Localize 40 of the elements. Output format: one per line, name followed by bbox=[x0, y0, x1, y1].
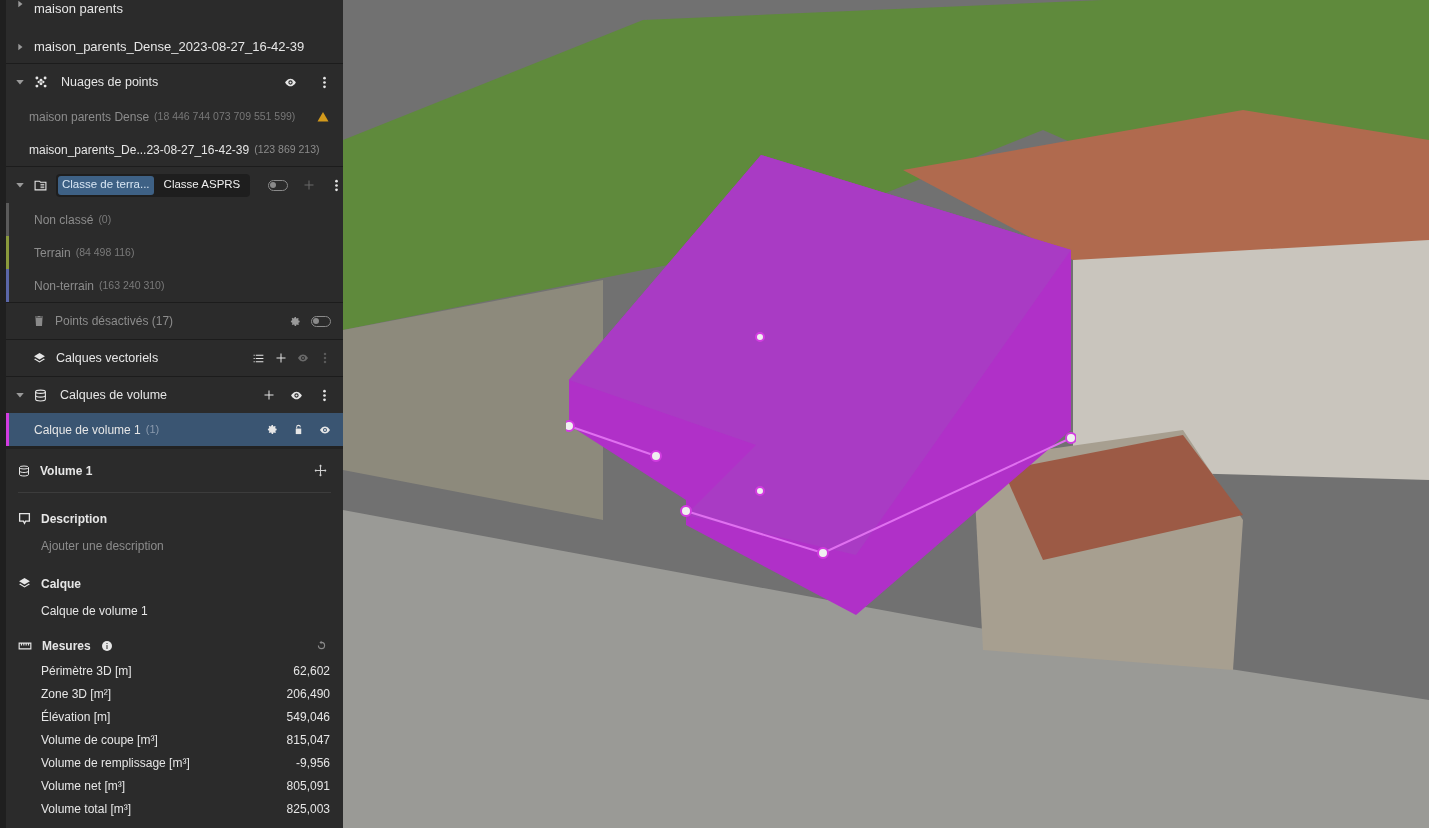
section-title: Points désactivés (17) bbox=[55, 313, 175, 330]
measure-value: 206,490 bbox=[286, 685, 330, 703]
measure-value: 815,047 bbox=[286, 731, 330, 749]
point-count: (123 869 213) bbox=[254, 141, 321, 157]
feature-count: (1) bbox=[145, 422, 161, 438]
class-name[interactable]: Non classé bbox=[34, 210, 94, 229]
measure-label: Volume de coupe [m³] bbox=[41, 731, 158, 749]
point-count: (163 240 310) bbox=[99, 277, 165, 293]
measure-value: -9,956 bbox=[295, 754, 330, 772]
classification-tab[interactable]: Classe ASPRS bbox=[155, 175, 249, 195]
measure-value: 825,003 bbox=[286, 800, 330, 818]
measure-label: Périmètre 3D [m] bbox=[41, 662, 132, 680]
measure-label: Volume net [m³] bbox=[41, 777, 126, 795]
measure-value: 549,046 bbox=[286, 708, 330, 726]
section-heading: Mesures bbox=[42, 637, 91, 655]
tree-item-label[interactable]: maison parents bbox=[34, 0, 123, 19]
point-count: (18 446 744 073 709 551 599) bbox=[154, 108, 297, 124]
class-name[interactable]: Non-terrain bbox=[34, 276, 95, 295]
section-title: Calques vectoriels bbox=[56, 349, 160, 367]
measure-label: Élévation [m] bbox=[41, 708, 111, 726]
section-heading: Calque bbox=[41, 575, 81, 593]
classification-tab[interactable]: Classe de terra... bbox=[58, 175, 154, 195]
section-title: Nuages de points bbox=[61, 73, 160, 91]
measure-label: Zone 3D [m²] bbox=[41, 685, 112, 703]
section-heading: Description bbox=[41, 510, 107, 528]
layer-value: Calque de volume 1 bbox=[41, 602, 148, 620]
measure-value: 805,091 bbox=[286, 777, 330, 795]
panel-title: Volume 1 bbox=[40, 462, 94, 480]
tree-item-label[interactable]: maison_parents_Dense_2023-08-27_16-42-39 bbox=[34, 37, 305, 57]
point-count: (0) bbox=[98, 211, 112, 227]
section-title: Calques de volume bbox=[60, 386, 168, 404]
measure-value: 62,602 bbox=[293, 662, 330, 680]
class-name[interactable]: Terrain bbox=[34, 243, 71, 262]
volume-layer-item[interactable]: Calque de volume 1 (1) bbox=[6, 413, 343, 446]
measure-label: Volume total [m³] bbox=[41, 800, 132, 818]
layer-name: Calque de volume 1 bbox=[34, 421, 141, 439]
measure-label: Volume de remplissage [m³] bbox=[41, 754, 190, 772]
description-field[interactable]: Ajouter une description bbox=[41, 532, 331, 559]
point-count: (84 498 116) bbox=[75, 244, 135, 260]
point-cloud-name[interactable]: maison_parents_De...23-08-27_16-42-39 bbox=[29, 140, 250, 159]
